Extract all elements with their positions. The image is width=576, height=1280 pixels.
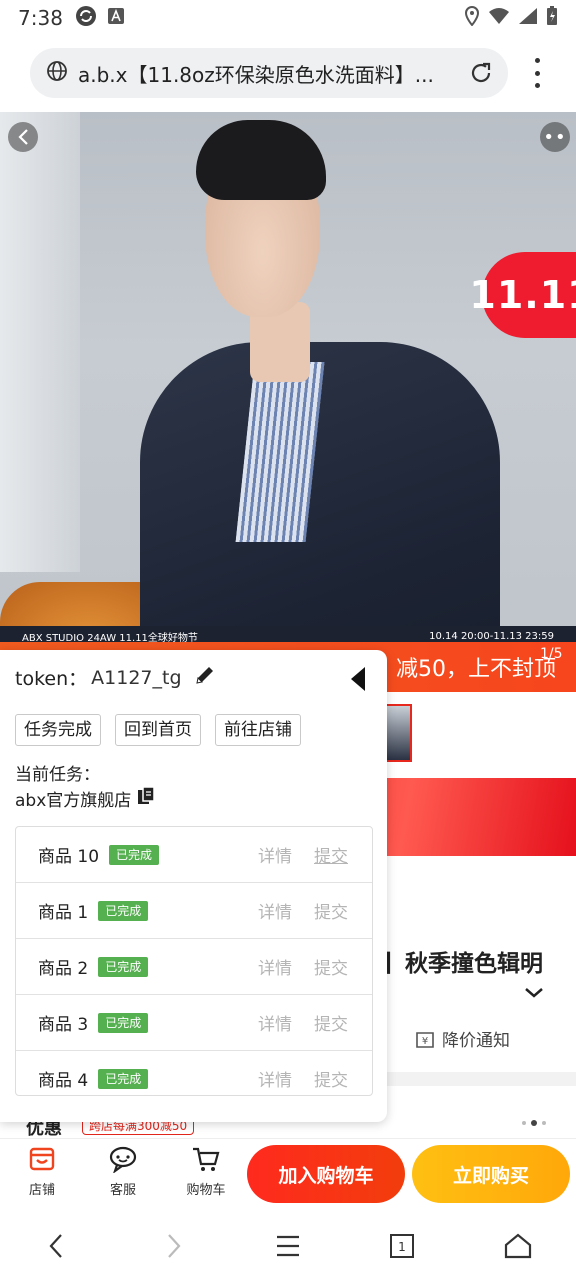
hero-caption-left: ABX STUDIO 24AW 11.11全球好物节 <box>22 632 198 643</box>
list-item: 商品 3 已完成 详情 提交 <box>16 995 372 1051</box>
cart-button[interactable]: 购物车 <box>176 1145 236 1198</box>
item-name: 商品 10 <box>38 847 100 867</box>
hero-background <box>0 112 80 572</box>
location-icon <box>464 5 480 30</box>
copy-icon[interactable] <box>137 786 156 811</box>
home-icon[interactable] <box>500 1228 536 1264</box>
price-drop-label[interactable]: 降价通知 <box>442 1026 510 1051</box>
service-label: 客服 <box>109 1183 136 1198</box>
double-eleven-badge[interactable]: 11.11 <box>469 252 576 338</box>
buy-now-button[interactable]: 立即购买 <box>412 1145 570 1203</box>
cart-icon <box>193 1147 220 1171</box>
submit-link[interactable]: 提交 <box>314 842 348 867</box>
browser-menu-icon[interactable] <box>526 58 548 88</box>
submit-link[interactable]: 提交 <box>314 1010 348 1035</box>
submit-link[interactable]: 提交 <box>314 898 348 923</box>
signal-icon <box>518 7 538 29</box>
token-value: A1127_tg <box>91 666 182 689</box>
current-task-label: 当前任务： <box>15 765 100 785</box>
detail-link[interactable]: 详情 <box>258 898 292 923</box>
promo-text: 减50，上不封顶 <box>396 657 556 682</box>
shop-icon <box>29 1147 55 1171</box>
shop-button[interactable]: 店铺 <box>12 1145 72 1198</box>
pencil-icon[interactable] <box>194 664 216 691</box>
hero-caption-right: 10.14 20:00-11.13 23:59 <box>429 630 554 642</box>
status-time: 7:38 <box>18 6 63 30</box>
sync-app-icon <box>75 5 97 31</box>
detail-link[interactable]: 详情 <box>258 842 292 867</box>
hero-caption-strip: ABX STUDIO 24AW 11.11全球好物节 10.14 20:00-1… <box>0 626 576 642</box>
nav-forward-icon[interactable] <box>156 1228 192 1264</box>
back-home-button[interactable]: 回到首页 <box>115 714 201 746</box>
current-task-shop: abx官方旗舰店 <box>15 786 156 811</box>
offer-pager-dots <box>522 1120 546 1126</box>
menu-icon[interactable] <box>270 1228 306 1264</box>
status-badge: 已完成 <box>98 1068 149 1089</box>
token-row: token： A1127_tg <box>15 664 216 691</box>
status-badge: 已完成 <box>98 1012 149 1033</box>
chevron-left-icon <box>18 129 28 145</box>
list-item: 商品 2 已完成 详情 提交 <box>16 939 372 995</box>
thumbnail-selected[interactable] <box>384 704 412 762</box>
add-to-cart-button[interactable]: 加入购物车 <box>247 1145 405 1203</box>
back-button[interactable] <box>8 122 38 152</box>
url-text[interactable]: a.b.x【11.8oz环保染原色水洗面料】... <box>78 59 448 88</box>
status-badge: 已完成 <box>98 900 149 921</box>
globe-icon <box>46 60 68 86</box>
svg-text:¥: ¥ <box>422 1036 428 1047</box>
item-name: 商品 2 <box>38 959 89 979</box>
status-badge: 已完成 <box>109 844 160 865</box>
battery-icon <box>546 6 558 30</box>
more-button[interactable]: •• <box>540 122 570 152</box>
chat-icon <box>109 1146 137 1173</box>
svg-text:1: 1 <box>398 1240 406 1254</box>
price-drop-notify[interactable]: ¥ 降价通知 <box>414 1026 510 1051</box>
current-shop-name: abx官方旗舰店 <box>15 791 132 811</box>
submit-link[interactable]: 提交 <box>314 954 348 979</box>
cart-label: 购物车 <box>186 1183 226 1198</box>
nav-back-icon[interactable] <box>38 1228 74 1264</box>
collapse-panel-icon[interactable] <box>350 666 366 696</box>
status-bar: 7:38 <box>0 0 576 36</box>
task-complete-button[interactable]: 任务完成 <box>15 714 101 746</box>
item-name: 商品 3 <box>38 1015 89 1035</box>
list-item: 商品 10 已完成 详情 提交 <box>16 827 372 883</box>
browser-nav-bar: 1 <box>0 1208 576 1280</box>
token-label: token： <box>15 668 88 690</box>
go-to-shop-button[interactable]: 前往店铺 <box>215 714 301 746</box>
browser-toolbar: a.b.x【11.8oz环保染原色水洗面料】... <box>0 36 576 112</box>
customer-service-button[interactable]: 客服 <box>93 1145 153 1198</box>
product-image-carousel[interactable]: •• 11.11 ABX STUDIO 24AW 11.11全球好物节 10.1… <box>0 112 576 642</box>
panel-button-row: 任务完成 回到首页 前往店铺 <box>15 714 301 746</box>
reload-icon[interactable] <box>468 60 494 90</box>
image-pager: 1/5 <box>540 646 563 662</box>
list-item: 商品 4 已完成 详情 提交 <box>16 1051 372 1095</box>
tabs-icon[interactable]: 1 <box>384 1228 420 1264</box>
bottom-action-bar: 店铺 客服 购物车 加入购物车 立即购买 <box>0 1138 576 1208</box>
task-panel: token： A1127_tg 任务完成 回到首页 前往店铺 当前任务： abx… <box>0 650 387 1122</box>
item-name: 商品 1 <box>38 903 89 923</box>
shop-label: 店铺 <box>28 1183 55 1198</box>
wifi-icon <box>488 7 510 29</box>
hero-hair <box>196 120 326 200</box>
font-app-icon <box>107 7 125 29</box>
detail-link[interactable]: 详情 <box>258 1010 292 1035</box>
product-title: 】秋季撞色辑明 <box>382 951 543 977</box>
item-name: 商品 4 <box>38 1071 89 1091</box>
status-badge: 已完成 <box>98 956 149 977</box>
chevron-down-icon[interactable] <box>524 984 544 1003</box>
task-item-list[interactable]: 商品 10 已完成 详情 提交 商品 1 已完成 详情 提交 商品 2 已完成 … <box>15 826 373 1096</box>
detail-link[interactable]: 详情 <box>258 954 292 979</box>
submit-link[interactable]: 提交 <box>314 1066 348 1091</box>
price-tag-icon: ¥ <box>416 1031 434 1048</box>
detail-link[interactable]: 详情 <box>258 1066 292 1091</box>
list-item: 商品 1 已完成 详情 提交 <box>16 883 372 939</box>
address-bar[interactable]: a.b.x【11.8oz环保染原色水洗面料】... <box>30 48 508 98</box>
